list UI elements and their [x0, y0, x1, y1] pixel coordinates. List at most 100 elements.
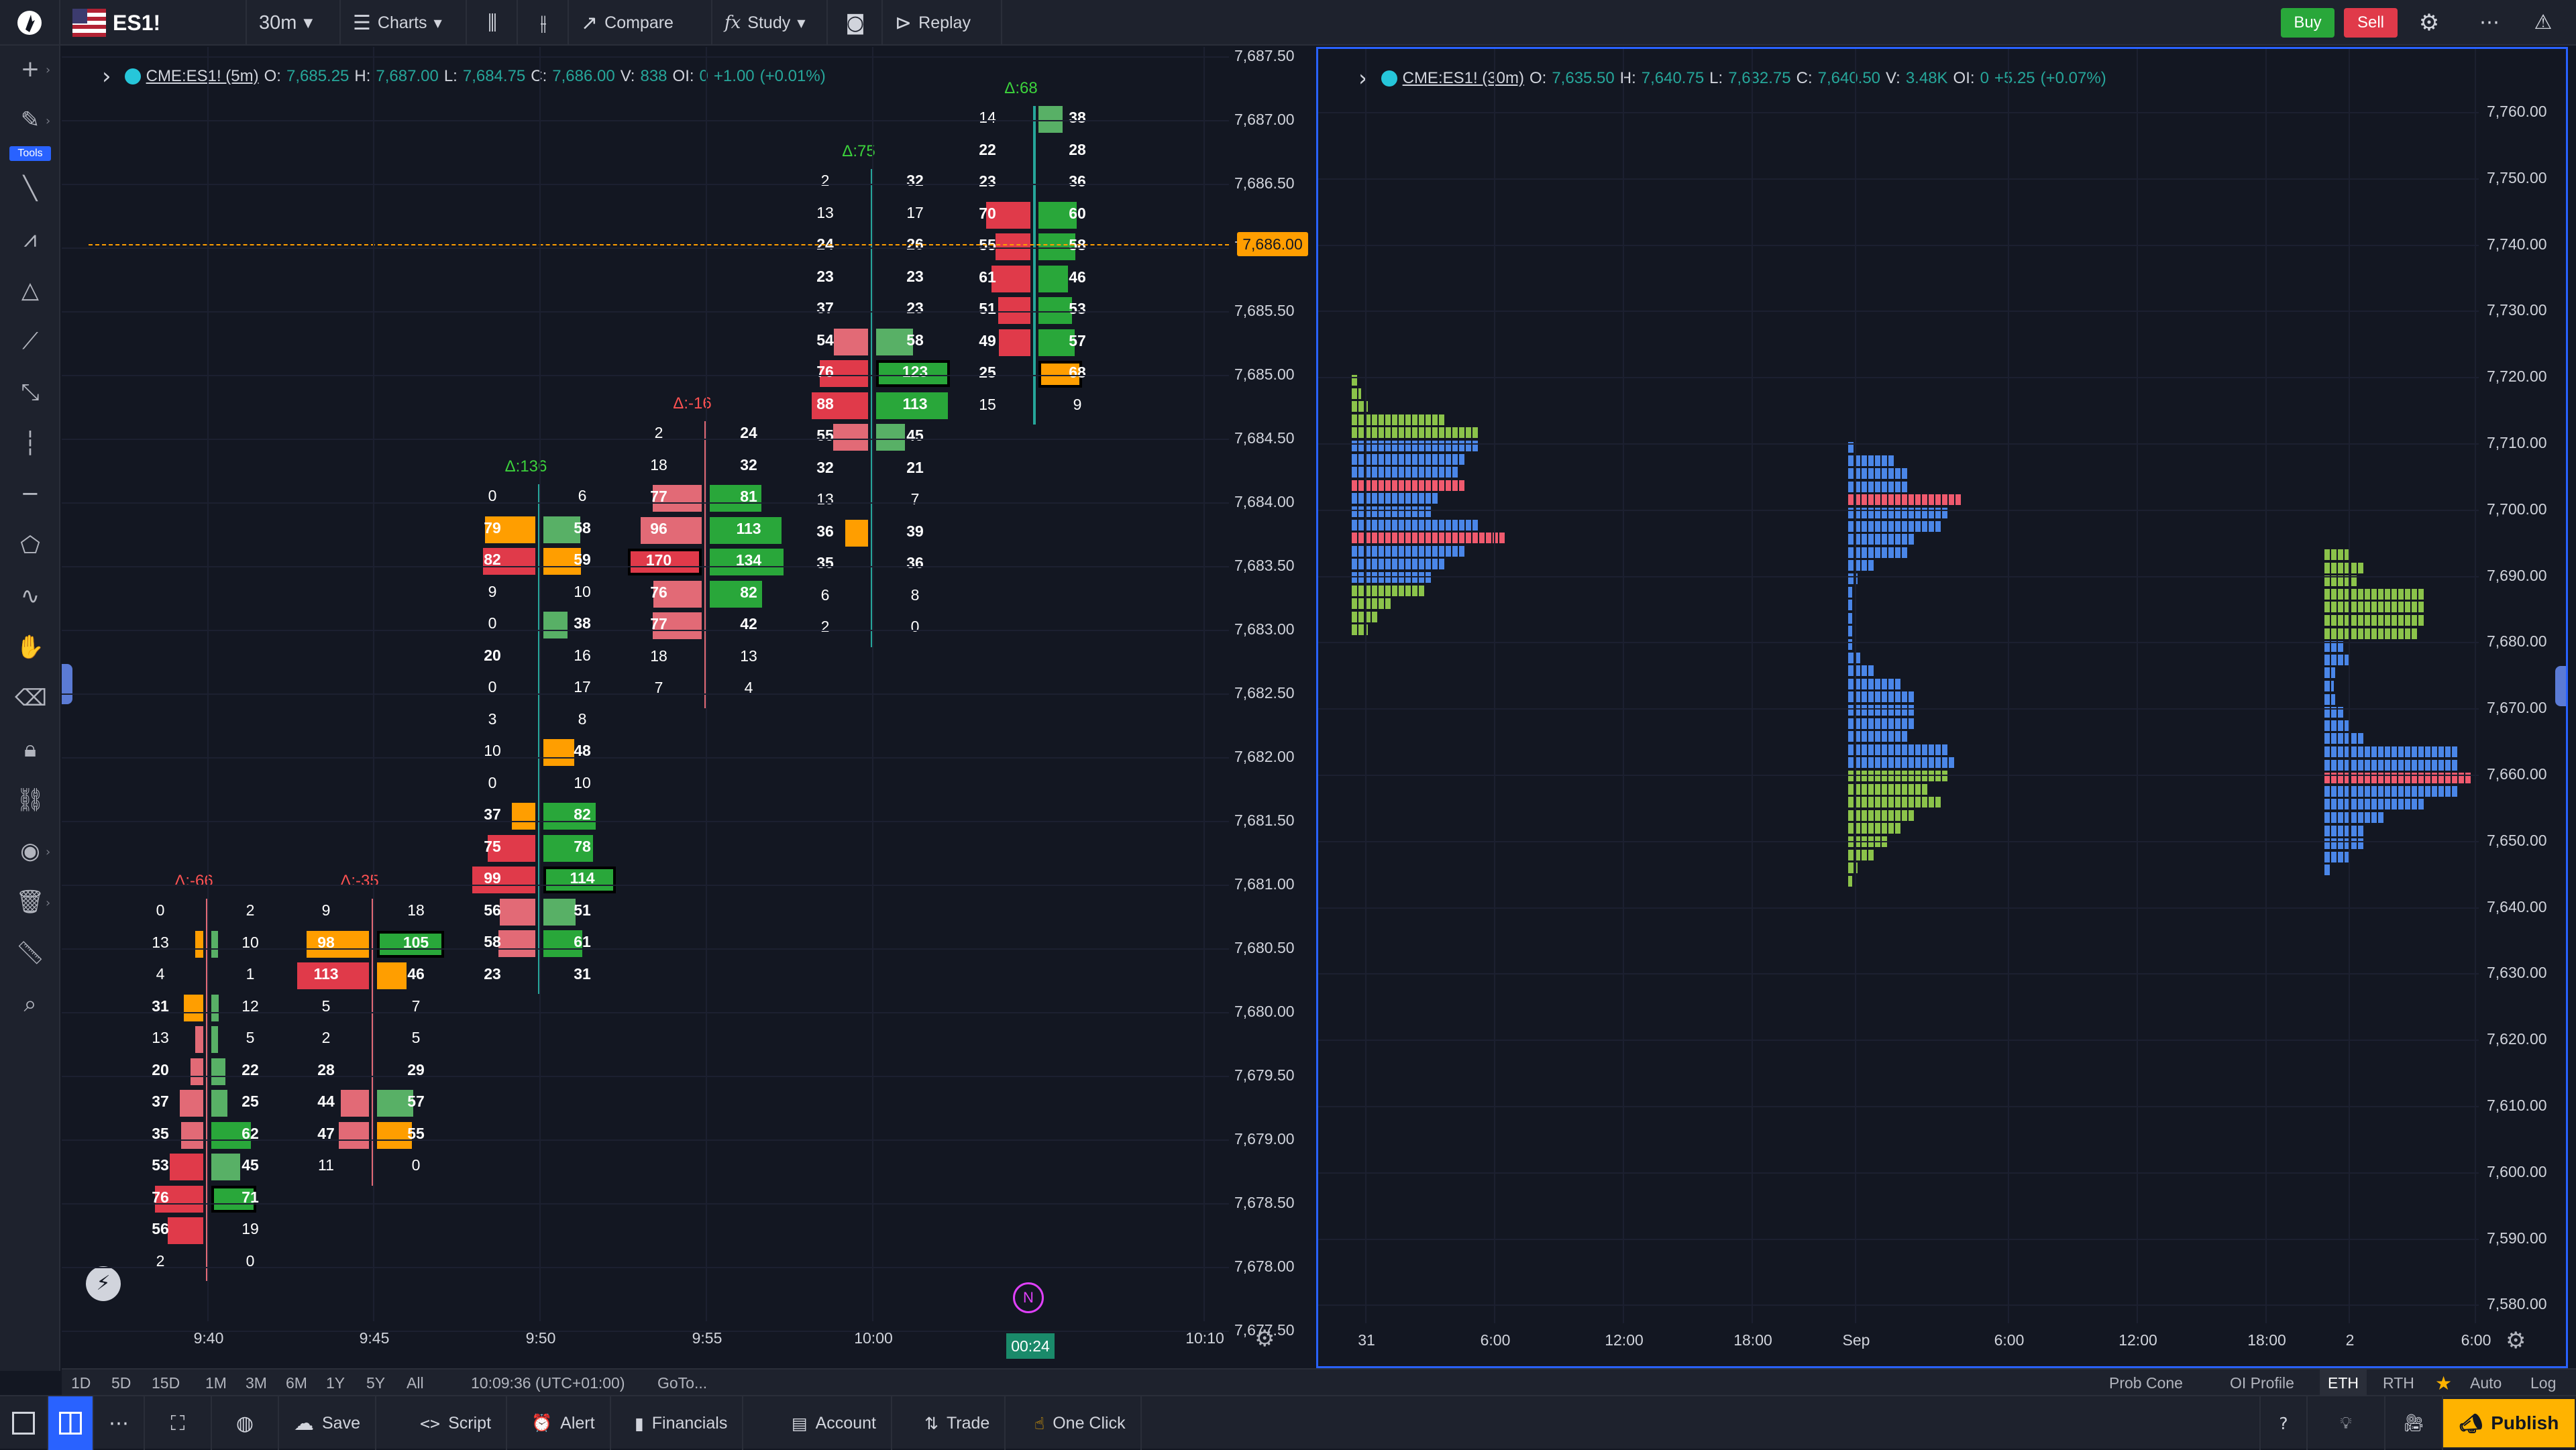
triangle-icon[interactable]: △: [15, 275, 46, 306]
theme-icon[interactable]: ◍: [212, 1396, 279, 1450]
footprint-candle-wick: [1033, 106, 1036, 425]
footprint-plot[interactable]: Δ:-66 0 2 13 10 4 1 31 12 13 5 20 22 37 25 35 62 53 45 76 71…: [62, 47, 1229, 1321]
range-button-5d[interactable]: 5D: [111, 1370, 131, 1396]
expand-arrow-icon[interactable]: ›: [46, 896, 50, 910]
alert-button[interactable]: ⏰ Alert: [517, 1396, 611, 1450]
eth-button[interactable]: ETH: [2320, 1370, 2367, 1396]
range-button-6m[interactable]: 6M: [286, 1370, 307, 1396]
expand-arrow-icon[interactable]: ›: [46, 114, 50, 128]
financials-button[interactable]: ▮ Financials: [620, 1396, 744, 1450]
more-options-icon[interactable]: ⋯: [2474, 8, 2505, 38]
range-button-1d[interactable]: 1D: [71, 1370, 91, 1396]
range-button-1y[interactable]: 1Y: [326, 1370, 345, 1396]
settings-gear-icon[interactable]: ⚙: [2414, 8, 2445, 38]
fullscreen-icon[interactable]: ⛶: [145, 1396, 212, 1450]
footprint-ask-value: 45: [241, 1156, 259, 1174]
wave-icon[interactable]: ∿: [15, 581, 46, 612]
time-axis[interactable]: 9:40 9:45 9:50 9:55 10:00 10:10: [62, 1321, 1313, 1368]
crosshair-icon[interactable]: +: [15, 54, 46, 85]
one-click-button[interactable]: ☝ One Click: [1020, 1396, 1142, 1450]
range-button-all[interactable]: All: [407, 1370, 424, 1396]
panel-handle-right-icon[interactable]: [2555, 666, 2566, 706]
expand-arrow-icon[interactable]: ›: [46, 63, 50, 77]
grid-line-h: [1318, 973, 2479, 975]
range-button-3m[interactable]: 3M: [246, 1370, 267, 1396]
video-icon[interactable]: 🎥︎: [2385, 1396, 2443, 1450]
warning-icon[interactable]: ⚠: [2528, 8, 2559, 38]
code-icon: <>: [420, 1413, 441, 1433]
grid-line-v: [207, 47, 209, 1321]
compare-button[interactable]: ↗ Compare: [570, 0, 712, 46]
study-menu[interactable]: fx Study ▼: [714, 0, 828, 46]
chart-panel-volume-profile[interactable]: › CME:ES1! (30m) O: 7,635.50 H: 7,640.75 L…: [1316, 47, 2568, 1368]
chart-type-button[interactable]: ⫼: [468, 0, 518, 46]
save-button[interactable]: ☁ Save: [279, 1396, 376, 1450]
volume-profile-row: [1848, 757, 1955, 769]
script-button[interactable]: <> Script: [405, 1396, 508, 1450]
horizontal-line-icon[interactable]: ─: [15, 479, 46, 510]
ledger-icon: ▤: [792, 1413, 808, 1433]
time-axis[interactable]: 31 6:00 12:00 18:00 Sep 6:00 12:00 18:00 2 6:00: [1318, 1323, 2566, 1366]
trash-icon[interactable]: 🗑︎: [15, 887, 46, 917]
link-icon[interactable]: ⛓: [15, 785, 46, 816]
lock-icon[interactable]: 🔒︎: [15, 734, 46, 765]
zoom-icon[interactable]: ⌕: [15, 989, 46, 1019]
star-icon[interactable]: ★: [2435, 1370, 2452, 1396]
axis-settings-icon[interactable]: ⚙: [2506, 1327, 2526, 1354]
charts-menu[interactable]: ☰ Charts ▼: [342, 0, 467, 46]
volume-profile-row: [1848, 520, 1942, 532]
shape-icon[interactable]: ⬠: [15, 530, 46, 561]
single-layout-button[interactable]: [0, 1396, 48, 1450]
volume-profile-plot[interactable]: [1318, 49, 2479, 1323]
clock[interactable]: 10:09:36 (UTC+01:00): [471, 1370, 625, 1396]
indicators-button[interactable]: ⫲: [519, 0, 569, 46]
grid-line-v: [1494, 49, 1495, 1323]
range-button-15d[interactable]: 15D: [152, 1370, 180, 1396]
extended-line-icon[interactable]: ⤡: [15, 377, 46, 408]
sell-button[interactable]: Sell: [2344, 8, 2398, 38]
footprint-ask-value: 57: [407, 1093, 425, 1110]
snapshot-button[interactable]: ◙: [829, 0, 883, 46]
price-axis[interactable]: 7,760.00 7,750.00 7,740.00 7,730.00 7,720.00…: [2479, 49, 2566, 1323]
help-icon[interactable]: ?: [2259, 1396, 2308, 1450]
vertical-line-icon[interactable]: ┆: [15, 428, 46, 459]
range-button-5y[interactable]: 5Y: [366, 1370, 385, 1396]
interval-selector[interactable]: 30m ▼: [248, 0, 341, 46]
chart-panel-footprint[interactable]: › CME:ES1! (5m) O: 7,685.25 H: 7,687.00 L:…: [62, 47, 1313, 1368]
symbol-selector[interactable]: ES1!: [62, 0, 247, 46]
more-layouts-icon[interactable]: ⋯: [94, 1396, 145, 1450]
range-button-1m[interactable]: 1M: [205, 1370, 227, 1396]
goto-button[interactable]: GoTo...: [657, 1370, 707, 1396]
account-button[interactable]: ▤ Account: [777, 1396, 892, 1450]
buy-button[interactable]: Buy: [2281, 8, 2334, 38]
publish-button[interactable]: 📣︎ Publish: [2443, 1399, 2575, 1447]
axis-settings-icon[interactable]: ⚙: [1254, 1325, 1275, 1352]
grid-line-h: [1318, 377, 2479, 379]
eraser-icon[interactable]: ⌫: [15, 683, 47, 714]
auto-scale-button[interactable]: Auto: [2470, 1370, 2502, 1396]
eye-icon[interactable]: ◉: [15, 836, 46, 867]
news-marker-icon[interactable]: N: [1013, 1282, 1044, 1313]
price-tick-label: 7,678.50: [1234, 1194, 1295, 1211]
volume-profile-row: [1848, 547, 1909, 558]
replay-button[interactable]: ⊳ Replay: [884, 0, 1002, 46]
ray-icon[interactable]: ⟋: [15, 326, 46, 357]
split-layout-button[interactable]: [48, 1396, 94, 1450]
ruler-icon[interactable]: 📏︎: [15, 938, 46, 968]
trend-line-icon[interactable]: ╲: [15, 173, 46, 204]
hand-icon[interactable]: ✋: [15, 632, 46, 663]
prob-cone-button[interactable]: Prob Cone: [2109, 1370, 2183, 1396]
trade-button[interactable]: ⇅ Trade: [910, 1396, 1006, 1450]
volume-profile-row: [1848, 494, 1962, 506]
brush-icon[interactable]: ✎: [15, 105, 46, 135]
path-icon[interactable]: ⩘: [15, 224, 46, 255]
rth-button[interactable]: RTH: [2383, 1370, 2414, 1396]
panel-handle-left-icon[interactable]: [62, 664, 72, 704]
grid-line-v: [373, 47, 374, 1321]
grid-line-h: [1318, 443, 2479, 445]
lightbulb-icon[interactable]: 💡︎: [2308, 1396, 2385, 1450]
log-scale-button[interactable]: Log: [2530, 1370, 2556, 1396]
expand-arrow-icon[interactable]: ›: [46, 845, 50, 859]
oi-profile-button[interactable]: OI Profile: [2230, 1370, 2294, 1396]
app-logo[interactable]: [0, 0, 60, 46]
